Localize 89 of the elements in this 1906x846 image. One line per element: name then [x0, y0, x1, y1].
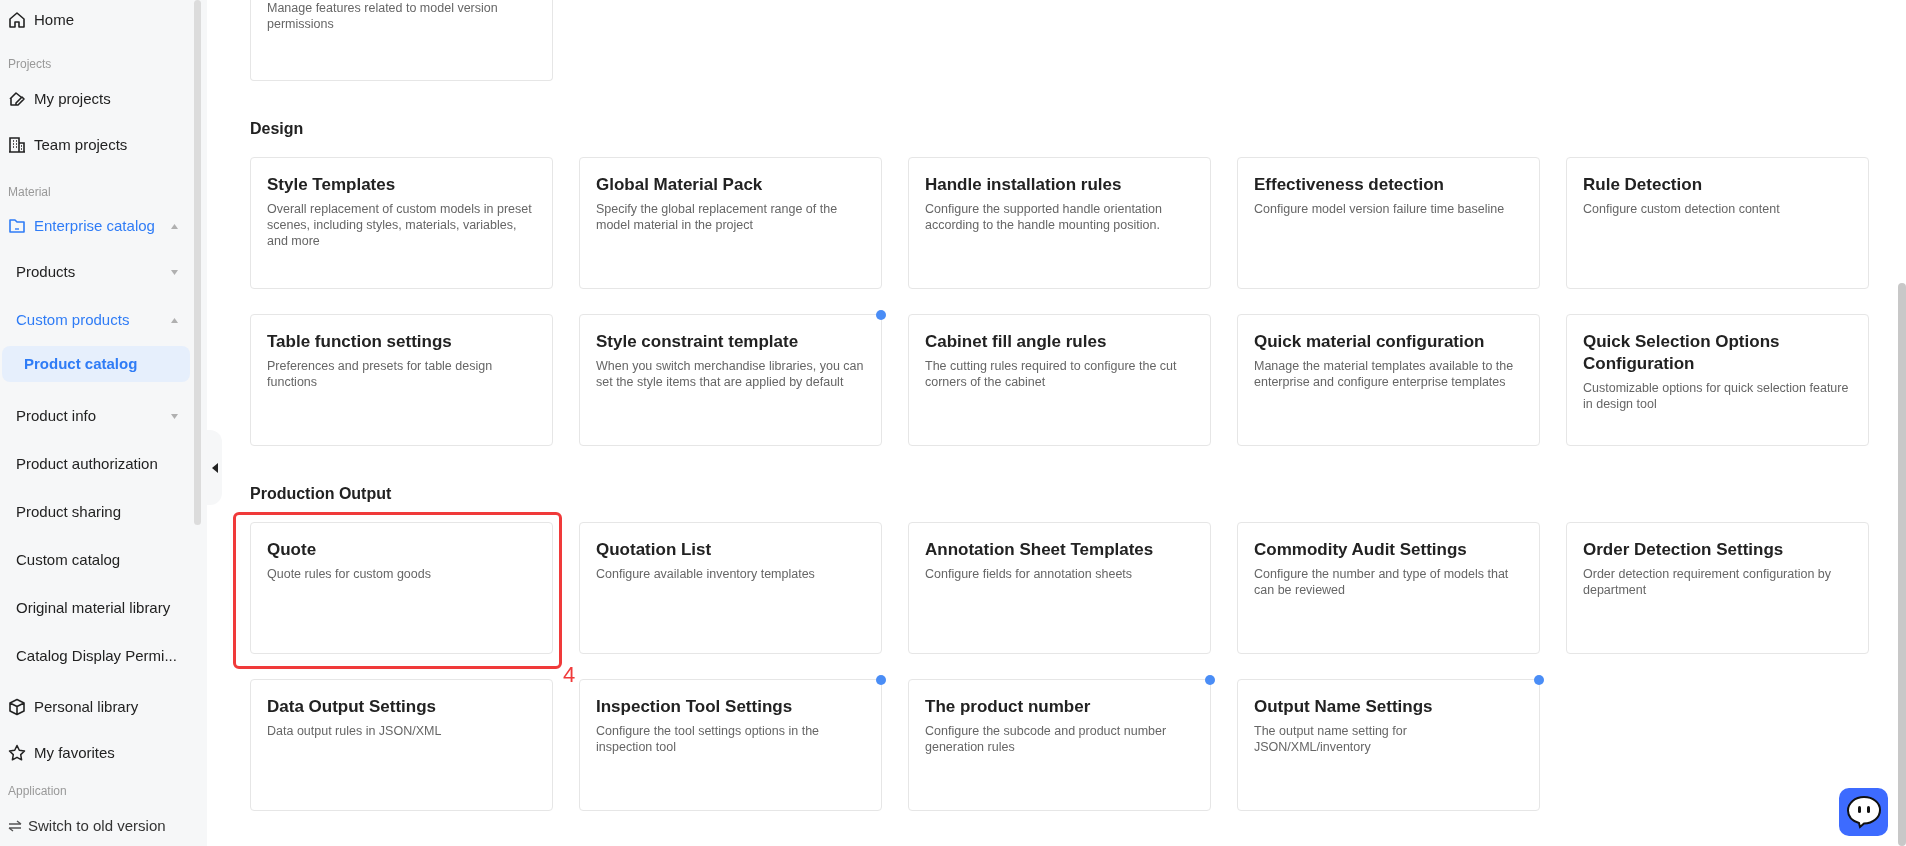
- settings-card[interactable]: Table function settings Preferences and presets for table design functions: [250, 314, 553, 446]
- sidebar-item[interactable]: Original material library: [16, 596, 171, 620]
- folder-icon: [8, 217, 26, 235]
- sidebar-item[interactable]: Products: [16, 260, 76, 284]
- card-description: Overall replacement of custom models in preset scenes, including styles, materials, variables, and more: [267, 201, 533, 249]
- sidebar-item[interactable]: Custom catalog: [16, 548, 121, 572]
- card-description: Manage the material templates available to the enterprise and configure enterprise templates: [1254, 358, 1515, 390]
- section-heading: Design: [250, 119, 305, 139]
- settings-card[interactable]: Effectiveness detection Configure model version failure time baseline: [1237, 157, 1540, 289]
- annotation-number: 4: [563, 662, 576, 688]
- section-label: Projects: [7, 56, 53, 73]
- settings-card[interactable]: Manage features related to model version permissions: [250, 0, 553, 81]
- section-label: Application: [7, 783, 68, 799]
- card-title: Rule Detection: [1583, 174, 1704, 196]
- sidebar-item[interactable]: Home: [34, 8, 74, 32]
- sidebar-item[interactable]: Personal library: [34, 695, 139, 719]
- card-description: Configure custom detection content: [1583, 201, 1781, 217]
- card-description: Data output rules in JSON/XML: [267, 723, 443, 739]
- settings-card[interactable]: Annotation Sheet Templates Configure fields for annotation sheets: [908, 522, 1211, 654]
- card-title: Data Output Settings: [267, 696, 438, 718]
- card-description: Quote rules for custom goods: [267, 566, 432, 582]
- card-description: Specify the global replacement range of the model material in the project: [596, 201, 839, 233]
- card-title: Style Templates: [267, 174, 397, 196]
- settings-card[interactable]: Rule Detection Configure custom detection content: [1566, 157, 1869, 289]
- card-title: Inspection Tool Settings: [596, 696, 794, 718]
- building-icon: [8, 136, 26, 154]
- settings-card[interactable]: Style Templates Overall replacement of custom models in preset scenes, including styles, materials, variables, and more: [250, 157, 553, 289]
- collapse-arrow-icon: [211, 462, 218, 473]
- card-title: Commodity Audit Settings: [1254, 539, 1468, 561]
- settings-card[interactable]: Order Detection Settings Order detection requirement configuration by department: [1566, 522, 1869, 654]
- sidebar-item[interactable]: Product authorization: [16, 452, 158, 476]
- card-title: Annotation Sheet Templates: [925, 539, 1155, 561]
- scrollbar-thumb[interactable]: [1898, 283, 1906, 846]
- card-title: Quote: [267, 539, 318, 561]
- home-icon: [8, 11, 26, 29]
- card-description: Preferences and presets for table design functions: [267, 358, 494, 390]
- card-description: When you switch merchandise libraries, you can set the style items that are applied by default: [596, 358, 865, 390]
- settings-card[interactable]: Quote Quote rules for custom goods: [250, 522, 553, 654]
- card-description: Configure fields for annotation sheets: [925, 566, 1134, 582]
- chat-button[interactable]: [1839, 788, 1888, 836]
- house-pen-icon: [8, 90, 26, 108]
- card-description: Configure model version failure time baseline: [1254, 201, 1506, 217]
- section-label: Material: [7, 184, 52, 201]
- sidebar-item[interactable]: Enterprise catalog: [34, 214, 155, 238]
- card-description: Order detection requirement configuration by department: [1583, 566, 1833, 598]
- card-title: Handle installation rules: [925, 174, 1123, 196]
- settings-card[interactable]: Global Material Pack Specify the global replacement range of the model material in the project: [579, 157, 882, 289]
- sidebar-item[interactable]: Product sharing: [16, 500, 122, 524]
- card-description: The cutting rules required to configure the cut corners of the cabinet: [925, 358, 1178, 390]
- card-description: The output name setting for JSON/XML/inventory: [1254, 723, 1408, 755]
- settings-card[interactable]: Commodity Audit Settings Configure the number and type of models that can be reviewed: [1237, 522, 1540, 654]
- sidebar-item[interactable]: My projects: [34, 87, 111, 111]
- sidebar-item[interactable]: Custom products: [16, 308, 130, 332]
- card-description: Configure the supported handle orientation according to the handle mounting position.: [925, 201, 1163, 233]
- chat-bubble-icon: [1845, 795, 1882, 829]
- settings-card[interactable]: Data Output Settings Data output rules in JSON/XML: [250, 679, 553, 811]
- section-heading: Production Output: [250, 484, 393, 504]
- settings-card[interactable]: Quick Selection Options Configuration Customizable options for quick selection feature in design tool: [1566, 314, 1869, 446]
- card-title: Effectiveness detection: [1254, 174, 1445, 196]
- card-title: Quick Selection Options Configuration: [1583, 331, 1781, 375]
- card-title: Output Name Settings: [1254, 696, 1434, 718]
- card-description: Customizable options for quick selection feature in design tool: [1583, 380, 1850, 412]
- card-title: Global Material Pack: [596, 174, 764, 196]
- sidebar-item[interactable]: Team projects: [34, 133, 128, 157]
- settings-card[interactable]: Quick material configuration Manage the material templates available to the enterprise and configure enterprise templates: [1237, 314, 1540, 446]
- card-title: Cabinet fill angle rules: [925, 331, 1108, 353]
- collapse-handle[interactable]: [207, 430, 222, 505]
- card-description: Configure available inventory templates: [596, 566, 816, 582]
- switch-arrows-icon: [8, 820, 22, 832]
- card-title: Order Detection Settings: [1583, 539, 1785, 561]
- settings-card[interactable]: Handle installation rules Configure the supported handle orientation according to the handle mounting position.: [908, 157, 1211, 289]
- settings-card[interactable]: Quotation List Configure available inventory templates: [579, 522, 882, 654]
- card-title: Style constraint template: [596, 331, 800, 353]
- cube-icon: [8, 698, 26, 716]
- card-title: Quick material configuration: [1254, 331, 1486, 353]
- star-icon: [8, 744, 26, 762]
- sidebar-item[interactable]: Catalog Display Permi...: [16, 644, 177, 668]
- card-title: Table function settings: [267, 331, 453, 353]
- sidebar-item[interactable]: Product info: [16, 404, 97, 428]
- card-description: Manage features related to model version permissions: [267, 0, 499, 32]
- card-description: Configure the subcode and product number generation rules: [925, 723, 1168, 755]
- card-title: The product number: [925, 696, 1092, 718]
- scrollbar-thumb[interactable]: [194, 0, 201, 525]
- card-title: Quotation List: [596, 539, 713, 561]
- sidebar-item[interactable]: My favorites: [34, 741, 115, 765]
- switch-version-button[interactable]: Switch to old version: [8, 814, 166, 838]
- card-description: Configure the number and type of models that can be reviewed: [1254, 566, 1510, 598]
- card-description: Configure the tool settings options in the inspection tool: [596, 723, 821, 755]
- settings-card[interactable]: Cabinet fill angle rules The cutting rules required to configure the cut corners of the cabinet: [908, 314, 1211, 446]
